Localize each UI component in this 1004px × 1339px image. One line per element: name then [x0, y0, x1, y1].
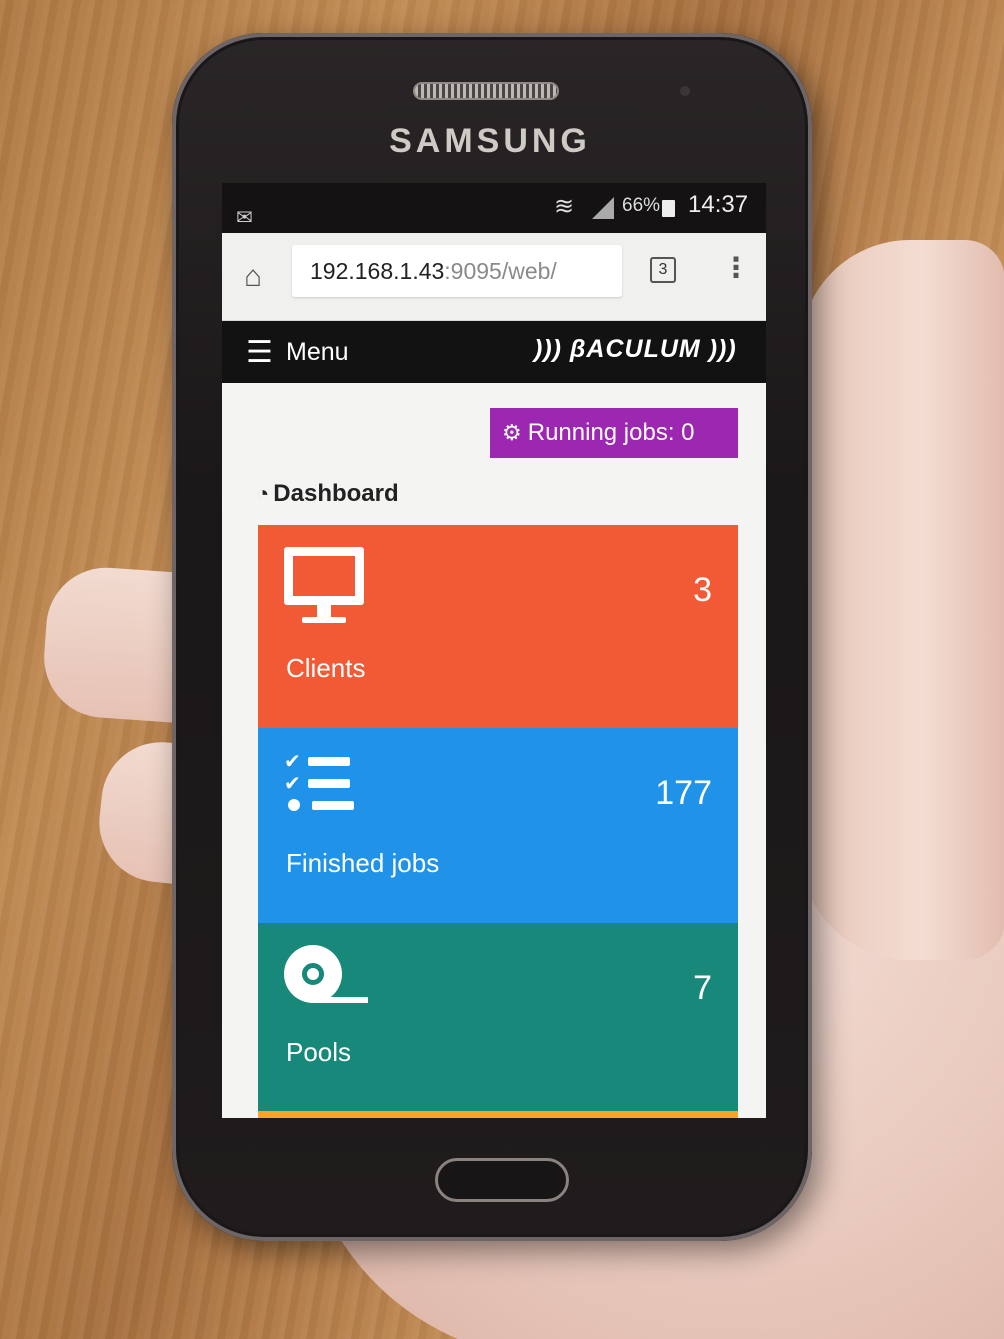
status-time: 14:37	[688, 191, 749, 218]
tape-icon	[284, 945, 368, 1003]
browser-home-icon[interactable]: ⌂	[244, 260, 262, 294]
monitor-icon	[284, 547, 364, 623]
device-brand: SAMSUNG	[389, 122, 591, 160]
menu-button[interactable]: Menu	[286, 338, 349, 367]
overflow-menu-icon[interactable]: ⋮	[722, 251, 750, 284]
url-host: 192.168.1.43	[310, 258, 445, 284]
thumb	[800, 240, 1004, 960]
wifi-icon: ≋	[554, 193, 575, 220]
page-title: ◔ Dashboard	[256, 480, 399, 507]
earpiece-speaker	[413, 82, 559, 100]
battery-icon	[662, 200, 675, 217]
app-navbar: ☰ Menu ))) βACULUM )))	[222, 321, 766, 383]
finished-jobs-count: 177	[655, 774, 712, 812]
signal-icon	[592, 197, 614, 219]
status-bar: ✉ ≋ 66% 14:37	[222, 183, 766, 233]
url-bar[interactable]: 192.168.1.43:9095/web/	[292, 245, 622, 297]
pools-count: 7	[693, 969, 712, 1007]
running-jobs-label: Running jobs: 0	[527, 419, 695, 446]
url-path: :9095/web/	[444, 258, 557, 284]
mail-notification-icon: ✉	[236, 207, 253, 229]
gears-icon: ⚙	[502, 420, 522, 445]
home-hardware-button[interactable]	[435, 1158, 569, 1202]
running-jobs-button[interactable]: ⚙ Running jobs: 0	[490, 408, 738, 458]
clients-label: Clients	[286, 653, 366, 683]
finished-jobs-label: Finished jobs	[286, 848, 440, 878]
browser-toolbar: ⌂ 192.168.1.43:9095/web/ 3 ⋮	[222, 233, 766, 321]
next-tile-edge	[258, 1111, 738, 1118]
battery-percent: 66%	[622, 195, 661, 216]
phone-screen: ✉ ≋ 66% 14:37 ⌂ 192.168.1.43:9095/web/ 3…	[222, 183, 766, 1118]
front-camera	[680, 86, 690, 96]
checklist-icon: ✔ ✔	[284, 750, 354, 816]
hamburger-icon[interactable]: ☰	[246, 335, 273, 370]
tile-finished-jobs[interactable]: ✔ ✔ 177 Finished jobs	[258, 728, 738, 923]
dashboard-icon: ◔	[256, 481, 270, 506]
tabs-switcher-icon[interactable]: 3	[650, 257, 676, 283]
baculum-logo[interactable]: ))) βACULUM )))	[534, 335, 737, 364]
pools-label: Pools	[286, 1037, 352, 1067]
clients-count: 3	[693, 571, 712, 609]
tile-clients[interactable]: 3 Clients	[258, 525, 738, 728]
tile-pools[interactable]: 7 Pools	[258, 923, 738, 1113]
